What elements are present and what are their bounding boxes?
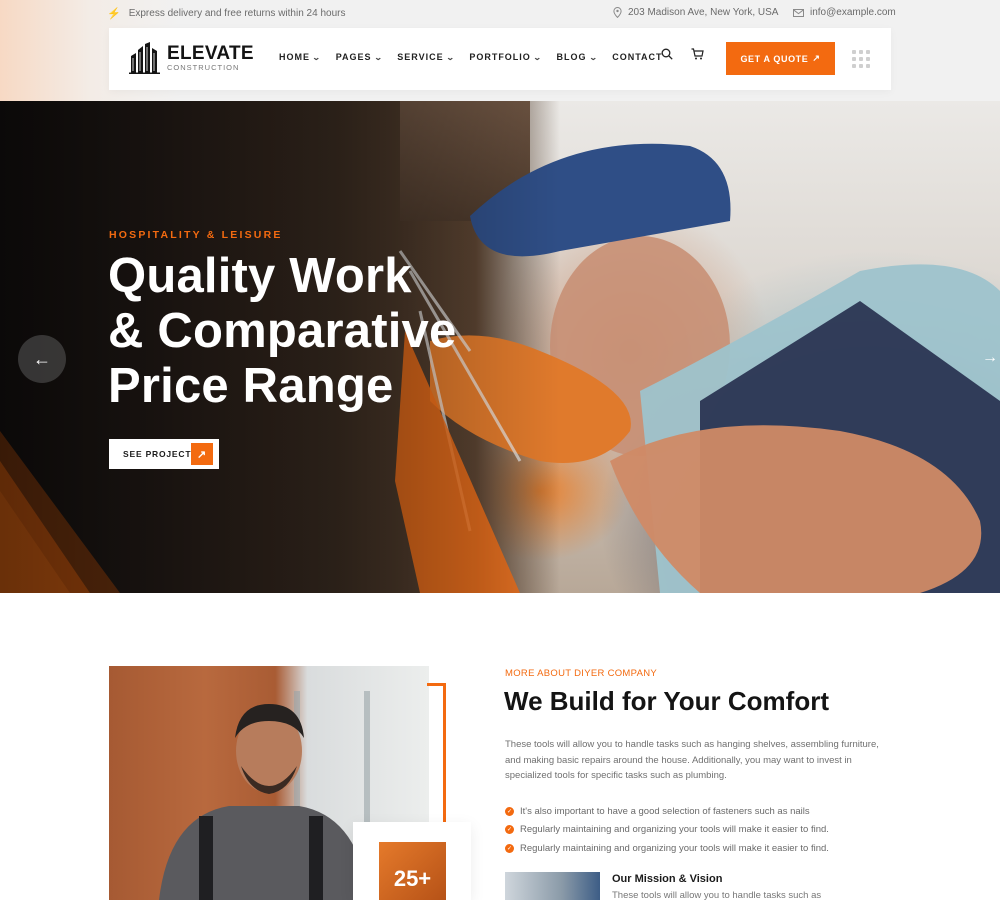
- arrow-left-icon: ←: [33, 348, 51, 369]
- chevron-down-icon: ⌄: [532, 52, 543, 62]
- feature-checklist: ✓ It's also important to have a good sele…: [505, 802, 829, 858]
- nav-item-pages[interactable]: PAGES ⌄: [336, 52, 383, 62]
- chevron-down-icon: ⌄: [311, 52, 322, 62]
- list-item: ✓ Regularly maintaining and organizing yo…: [505, 839, 829, 858]
- top-info-bar: ⚡ Express delivery and free returns with…: [0, 0, 1000, 28]
- email-info[interactable]: info@example.com: [793, 7, 896, 18]
- nav-item-home[interactable]: HOME ⌄: [279, 52, 321, 62]
- nav-item-label: CONTACT: [612, 52, 663, 62]
- hero-eyebrow: HOSPITALITY & LEISURE: [109, 229, 283, 241]
- site-logo[interactable]: ELEVATE CONSTRUCTION: [129, 42, 254, 74]
- search-icon[interactable]: [661, 48, 673, 60]
- about-title: We Build for Your Comfort: [504, 686, 829, 716]
- check-icon: ✓: [505, 843, 514, 853]
- hero-slider: HOSPITALITY & LEISURE Quality Work & Com…: [0, 101, 1000, 593]
- slider-prev-button[interactable]: ←: [18, 335, 66, 383]
- email-text[interactable]: info@example.com: [810, 7, 896, 18]
- mission-title: Our Mission & Vision: [612, 873, 723, 885]
- chevron-down-icon: ⌄: [373, 52, 384, 62]
- brand-tagline: CONSTRUCTION: [167, 63, 240, 72]
- see-project-label: SEE PROJECT: [123, 449, 192, 459]
- about-description: These tools will allow you to handle tas…: [505, 739, 879, 781]
- hero-title-line: Price Range: [108, 359, 394, 413]
- arrow-right-icon: →: [982, 349, 998, 366]
- hero-title-line: & Comparative: [108, 304, 457, 358]
- nav-item-label: PAGES: [335, 52, 372, 62]
- main-navbar: ELEVATE CONSTRUCTION HOME ⌄ PAGES ⌄ SERVIC…: [109, 28, 891, 90]
- nav-item-service[interactable]: SERVICE ⌄: [397, 52, 454, 62]
- main-menu: HOME ⌄ PAGES ⌄ SERVICE ⌄ PORTFOLIO ⌄ BLOG ⌄ C…: [279, 52, 663, 62]
- list-item-text: It's also important to have a good selec…: [520, 805, 810, 817]
- check-icon: ✓: [505, 825, 514, 835]
- building-logo-icon: [129, 42, 160, 74]
- nav-item-label: BLOG: [556, 52, 587, 62]
- mission-description: These tools will allow you to handle tas…: [612, 890, 822, 900]
- list-item-text: Regularly maintaining and organizing you…: [520, 842, 829, 854]
- nav-icon-group: [661, 48, 704, 60]
- promo-text: Express delivery and free returns within…: [128, 8, 346, 19]
- mission-thumbnail: [505, 872, 600, 900]
- cart-icon[interactable]: [691, 48, 704, 60]
- quote-button-label: GET A QUOTE: [740, 53, 809, 64]
- nav-item-portfolio[interactable]: PORTFOLIO ⌄: [469, 52, 541, 62]
- slider-next-button[interactable]: →: [982, 349, 998, 367]
- address-text: 203 Madison Ave, New York, USA: [628, 7, 779, 18]
- hero-title-line: Quality Work: [108, 249, 412, 303]
- envelope-icon: [793, 8, 804, 17]
- location-pin-icon: [613, 7, 622, 18]
- nav-item-contact[interactable]: CONTACT: [612, 52, 662, 62]
- nav-item-blog[interactable]: BLOG ⌄: [557, 52, 598, 62]
- nav-item-label: PORTFOLIO: [469, 52, 531, 62]
- arrow-up-right-icon: ↗: [191, 443, 213, 465]
- see-project-button[interactable]: SEE PROJECT ↗: [109, 439, 219, 469]
- logo-text: ELEVATE CONSTRUCTION: [167, 44, 254, 72]
- get-a-quote-button[interactable]: GET A QUOTE ↗: [726, 42, 835, 75]
- about-eyebrow: MORE ABOUT DIYER COMPANY: [505, 668, 658, 679]
- chevron-down-icon: ⌄: [445, 52, 456, 62]
- list-item: ✓ Regularly maintaining and organizing yo…: [505, 821, 829, 840]
- check-icon: ✓: [505, 806, 514, 816]
- brand-name: ELEVATE: [167, 43, 254, 64]
- hero-title: Quality Work & Comparative Price Range: [108, 249, 538, 414]
- lightning-icon: ⚡: [107, 8, 121, 20]
- list-item: ✓ It's also important to have a good sele…: [505, 802, 829, 821]
- address-info: 203 Madison Ave, New York, USA: [613, 7, 778, 18]
- nav-item-label: HOME: [279, 52, 310, 62]
- nav-item-label: SERVICE: [397, 52, 444, 62]
- chevron-down-icon: ⌄: [588, 52, 599, 62]
- grid-menu-icon[interactable]: [852, 50, 870, 68]
- experience-stat-card: 25+: [353, 822, 471, 900]
- arrow-up-right-icon: ↗: [812, 53, 821, 63]
- experience-stat-value: 25+: [379, 842, 446, 900]
- list-item-text: Regularly maintaining and organizing you…: [520, 824, 829, 836]
- promo-notice: ⚡ Express delivery and free returns with…: [107, 7, 345, 20]
